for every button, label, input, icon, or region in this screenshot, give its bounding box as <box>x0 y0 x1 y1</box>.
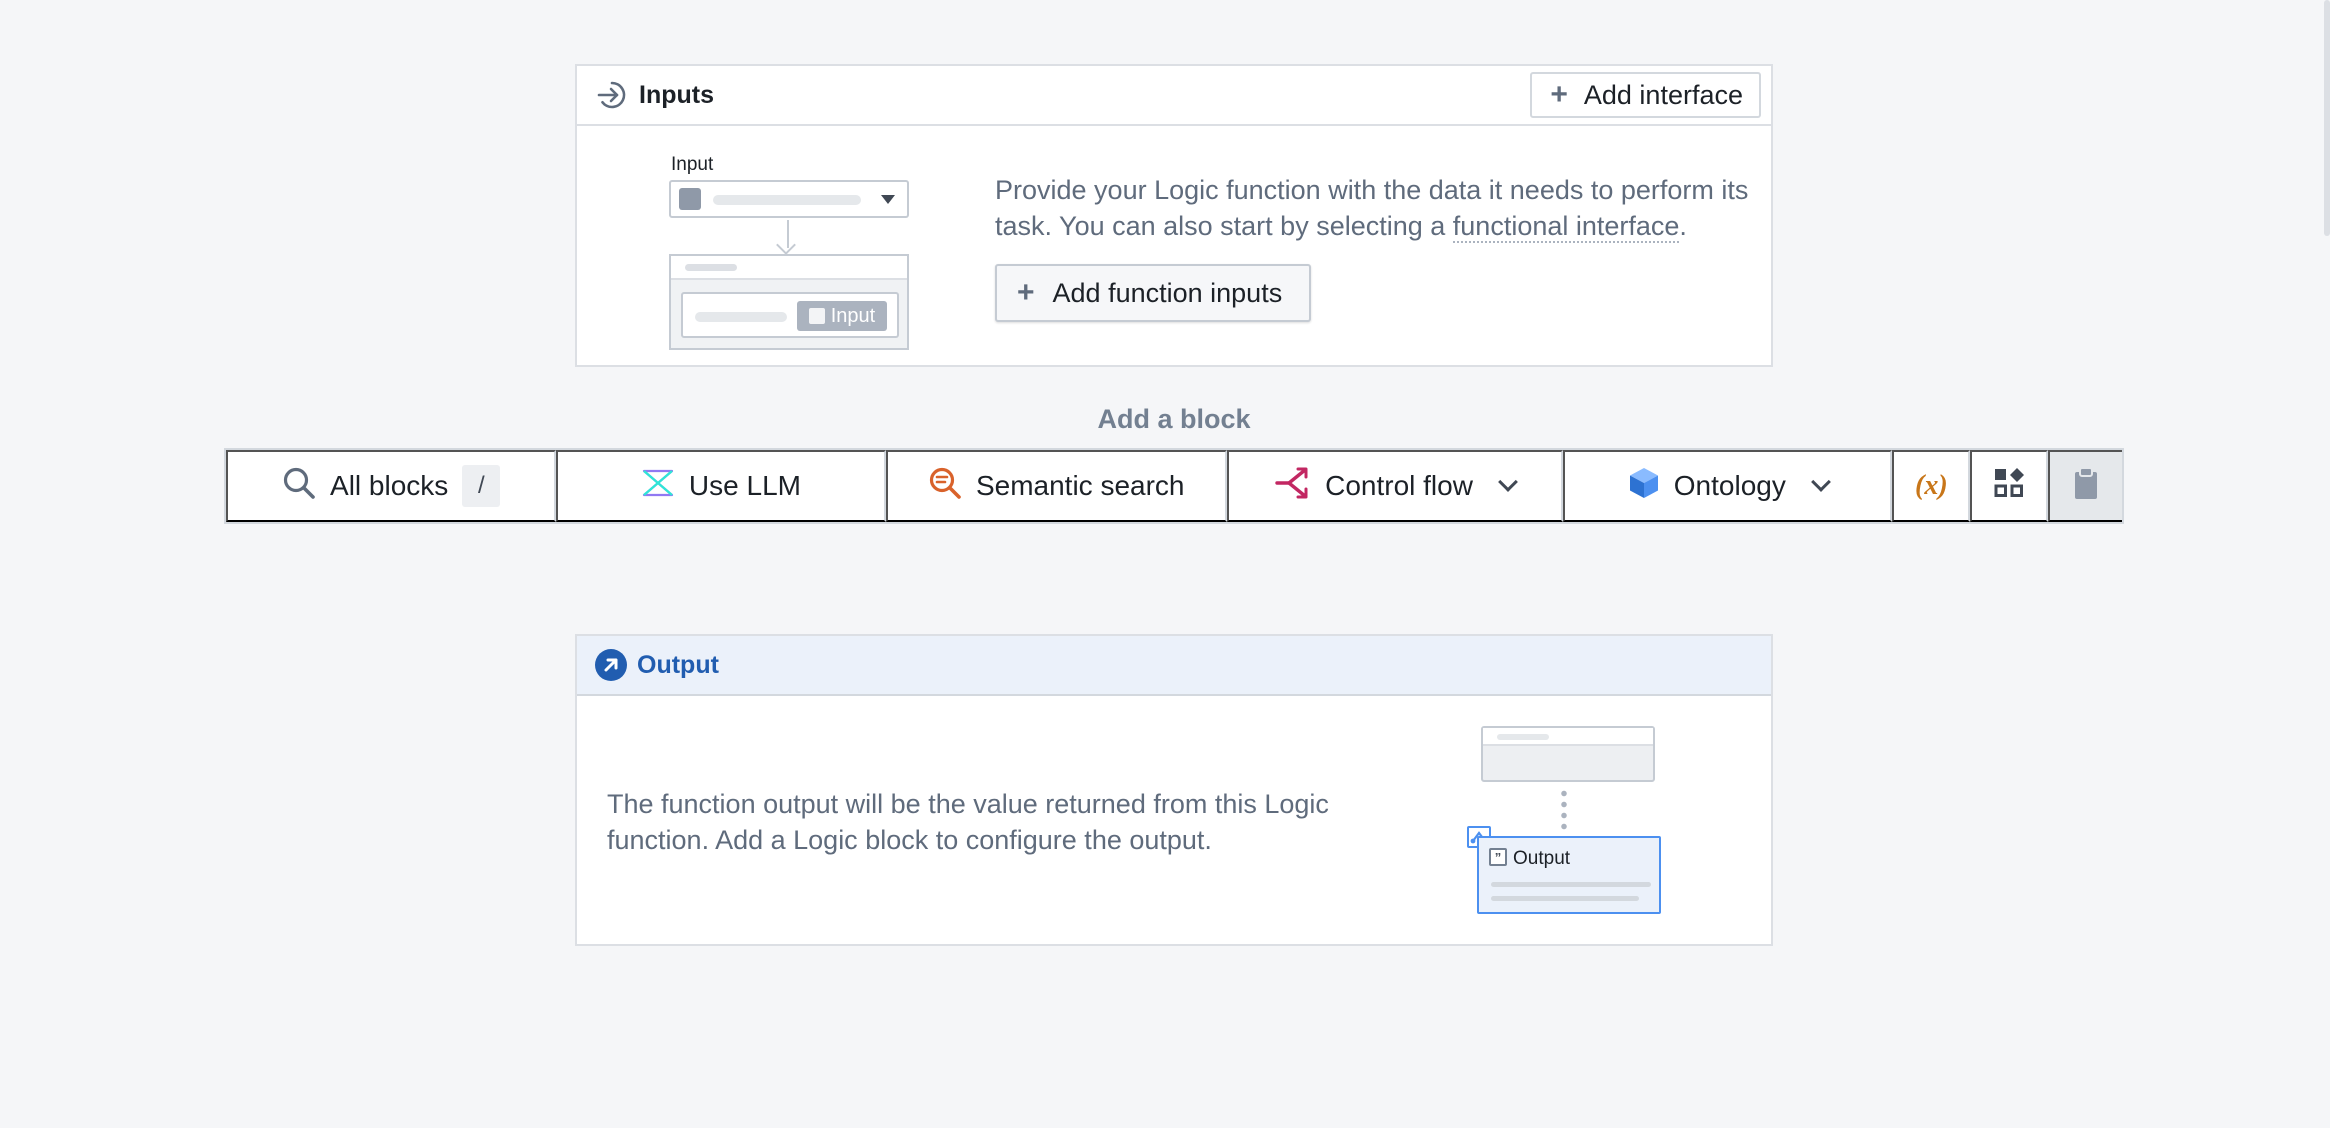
paste-button[interactable] <box>2048 450 2122 522</box>
use-llm-button[interactable]: Use LLM <box>556 450 886 522</box>
sign-in-icon <box>595 78 629 112</box>
cube-icon <box>679 188 701 210</box>
clipboard-icon <box>2073 466 2099 507</box>
illustration-block: Input <box>669 254 909 350</box>
arrow-down-icon <box>776 235 796 255</box>
output-header: Output <box>577 636 1771 696</box>
illustration-output-node: ” Output <box>1477 836 1661 914</box>
arrow-top-right-icon <box>595 649 627 681</box>
add-interface-button[interactable]: + Add interface <box>1530 72 1761 118</box>
control-flow-icon <box>1275 466 1311 507</box>
add-block-title: Add a block <box>1097 404 1251 434</box>
cube-icon <box>1628 466 1660 507</box>
llm-icon <box>641 468 675 505</box>
plus-icon: + <box>1017 276 1035 309</box>
shortcut-hint: / <box>462 465 501 507</box>
apps-icon <box>1992 466 2026 507</box>
ontology-button[interactable]: Ontology <box>1563 450 1893 522</box>
add-function-inputs-button[interactable]: + Add function inputs <box>995 264 1311 322</box>
illustration-input-chip: Input <box>797 301 887 331</box>
use-llm-label: Use LLM <box>688 470 801 501</box>
variable-button[interactable]: (x) <box>1892 450 1971 522</box>
semantic-search-icon <box>928 466 962 507</box>
semantic-search-button[interactable]: Semantic search <box>885 450 1227 522</box>
block-toolbar: All blocks / Use LLM Semantic search Con… <box>224 448 2124 524</box>
inputs-header: Inputs + Add interface <box>577 66 1771 126</box>
ontology-label: Ontology <box>1673 470 1786 501</box>
output-description: The function output will be the value re… <box>607 789 1329 855</box>
plus-icon: + <box>1550 78 1568 111</box>
illustration-block <box>1481 726 1655 782</box>
page-scrollbar[interactable] <box>2324 0 2330 236</box>
quote-icon: ” <box>1489 848 1507 866</box>
cube-icon <box>808 308 825 324</box>
chevron-down-icon <box>1498 472 1518 492</box>
add-function-inputs-label: Add function inputs <box>1052 277 1283 308</box>
illustration-input-label: Input <box>671 154 714 175</box>
search-icon <box>282 466 316 507</box>
add-interface-label: Add interface <box>1583 79 1743 110</box>
inputs-illustration: Input Input <box>669 152 911 350</box>
inputs-description: Provide your Logic function with the dat… <box>995 175 1749 243</box>
chevron-down-icon <box>1810 472 1831 492</box>
all-blocks-label: All blocks <box>330 470 449 501</box>
all-blocks-button[interactable]: All blocks / <box>226 450 557 522</box>
control-flow-button[interactable]: Control flow <box>1226 450 1564 522</box>
control-flow-label: Control flow <box>1325 470 1473 501</box>
caret-down-icon <box>881 195 895 204</box>
output-title: Output <box>637 650 719 679</box>
output-illustration: ” Output <box>1457 726 1661 926</box>
variable-icon: (x) <box>1915 470 1948 501</box>
inputs-card: Inputs + Add interface Input Input Provi… <box>575 64 1773 367</box>
output-card: Output The function output will be the v… <box>575 634 1773 946</box>
illustration-select <box>669 180 909 218</box>
semantic-search-label: Semantic search <box>975 470 1185 501</box>
functional-interface-link[interactable]: functional interface <box>1452 211 1680 243</box>
apps-button[interactable] <box>1970 450 2049 522</box>
inputs-title: Inputs <box>639 80 714 109</box>
illustration-output-label: Output <box>1513 848 1571 869</box>
